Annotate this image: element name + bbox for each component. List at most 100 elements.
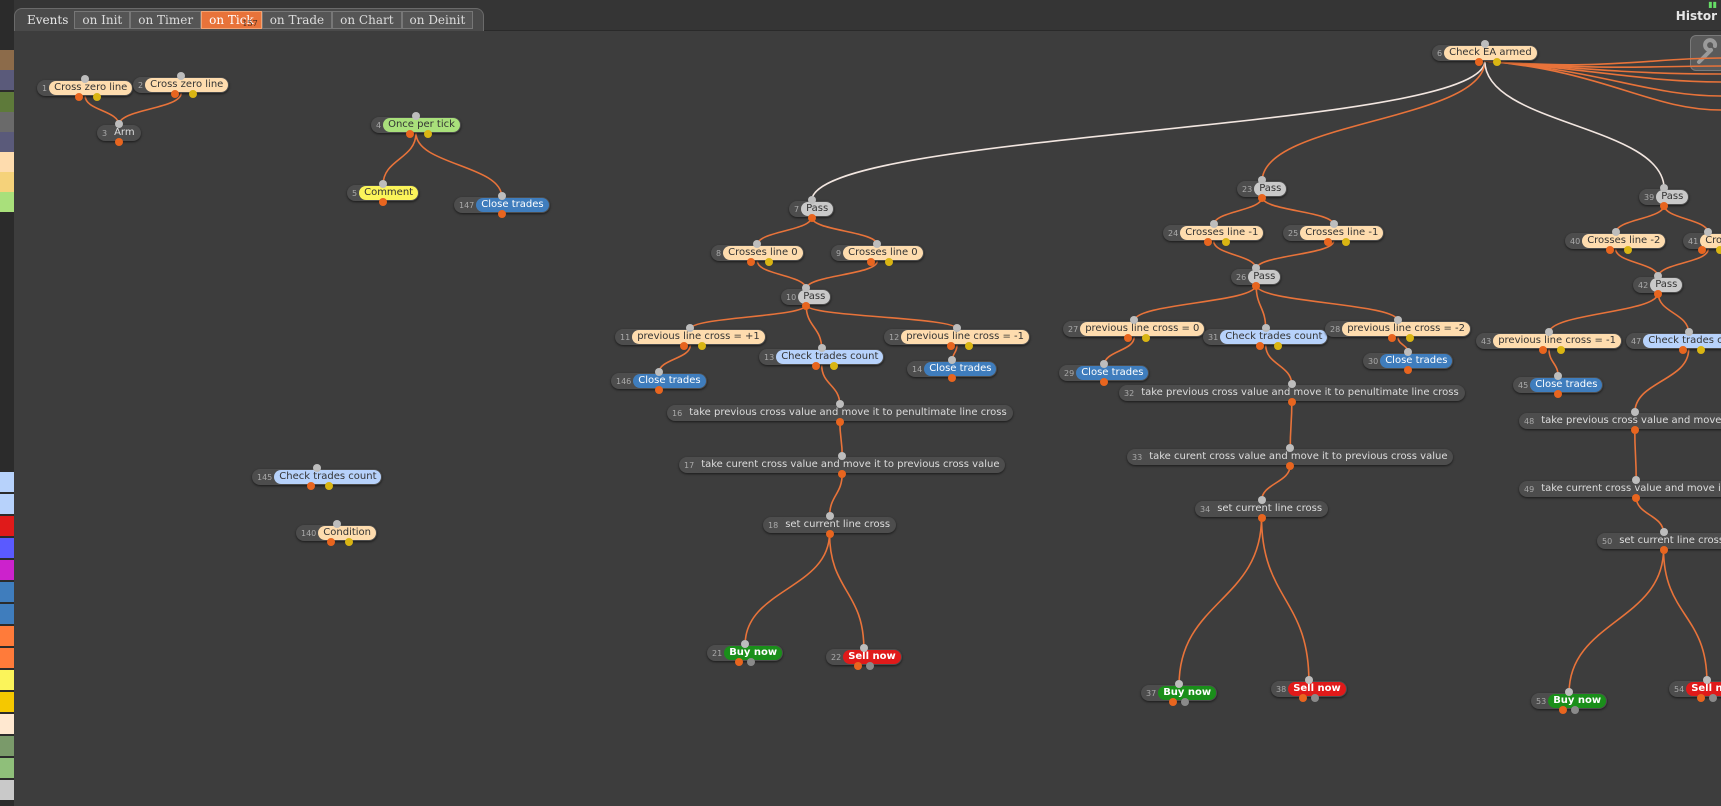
node-22[interactable]: 22 Sell now: [826, 644, 902, 670]
input-port[interactable]: [835, 400, 844, 408]
node-26[interactable]: 26 Pass: [1231, 264, 1282, 290]
output-port[interactable]: [1273, 342, 1282, 350]
output-port[interactable]: [835, 418, 844, 426]
output-port[interactable]: [1287, 398, 1296, 406]
output-port[interactable]: [379, 198, 388, 206]
output-port[interactable]: [405, 130, 414, 138]
node-54[interactable]: 54Sell now: [1669, 676, 1721, 702]
node-40[interactable]: 40 Crosses line -2: [1565, 228, 1667, 254]
output-port[interactable]: [1556, 346, 1565, 354]
output-port[interactable]: [1323, 238, 1332, 246]
input-port[interactable]: [332, 520, 341, 528]
output-port[interactable]: [865, 662, 874, 670]
output-port[interactable]: [829, 362, 838, 370]
node-29[interactable]: 29 Close trades: [1059, 360, 1150, 386]
input-port[interactable]: [807, 196, 816, 204]
output-port[interactable]: [654, 386, 663, 394]
node-30[interactable]: 30 Close trades: [1363, 348, 1454, 374]
input-port[interactable]: [1329, 220, 1338, 228]
node-37[interactable]: 37 Buy now: [1141, 680, 1218, 706]
node-1[interactable]: 1 Cross zero line: [37, 75, 134, 101]
output-port[interactable]: [1298, 694, 1307, 702]
output-port[interactable]: [964, 342, 973, 350]
node-16[interactable]: 16 take previous cross value and move it …: [667, 400, 1013, 426]
input-port[interactable]: [1630, 408, 1639, 416]
node-31[interactable]: 31 Check trades count: [1203, 324, 1329, 350]
input-port[interactable]: [1257, 496, 1266, 504]
output-port[interactable]: [497, 210, 506, 218]
input-port[interactable]: [1393, 316, 1402, 324]
output-port[interactable]: [825, 530, 834, 538]
node-140[interactable]: 140 Condition: [296, 520, 378, 546]
output-port[interactable]: [1310, 694, 1319, 702]
output-port[interactable]: [1405, 334, 1414, 342]
node-5[interactable]: 5 Comment: [347, 180, 420, 206]
output-port[interactable]: [1203, 238, 1212, 246]
input-port[interactable]: [1480, 40, 1489, 48]
input-port[interactable]: [1684, 328, 1693, 336]
node-146[interactable]: 146 Close trades: [611, 368, 707, 394]
output-port[interactable]: [1623, 246, 1632, 254]
input-port[interactable]: [1611, 228, 1620, 236]
node-4[interactable]: 4 Once per tick: [371, 112, 461, 138]
output-port[interactable]: [853, 662, 862, 670]
input-port[interactable]: [1261, 324, 1270, 332]
node-8[interactable]: 8 Crosses line 0: [711, 240, 804, 266]
node-10[interactable]: 10 Pass: [781, 284, 832, 310]
input-port[interactable]: [952, 324, 961, 332]
output-port[interactable]: [423, 130, 432, 138]
output-port[interactable]: [1341, 238, 1350, 246]
node-34[interactable]: 34 set current line cross: [1195, 496, 1329, 522]
output-port[interactable]: [114, 138, 123, 146]
input-port[interactable]: [379, 180, 388, 188]
node-38[interactable]: 38 Sell now: [1271, 676, 1347, 702]
node-32[interactable]: 32 take previous cross value and move it …: [1119, 380, 1465, 406]
output-port[interactable]: [1538, 346, 1547, 354]
node-24[interactable]: 24 Crosses line -1: [1163, 220, 1265, 246]
input-port[interactable]: [497, 192, 506, 200]
output-port[interactable]: [1605, 246, 1614, 254]
node-21[interactable]: 21 Buy now: [707, 640, 784, 666]
node-47[interactable]: 47Check trades count: [1626, 328, 1721, 354]
node-48[interactable]: 48take previous cross value and move it …: [1519, 408, 1721, 434]
node-33[interactable]: 33 take curent cross value and move it to…: [1127, 444, 1454, 470]
input-port[interactable]: [654, 368, 663, 376]
output-port[interactable]: [1221, 238, 1230, 246]
output-port[interactable]: [1708, 694, 1717, 702]
node-14[interactable]: 14 Close trades: [907, 356, 998, 382]
output-port[interactable]: [344, 538, 353, 546]
node-53[interactable]: 53 Buy now: [1531, 688, 1608, 714]
output-port[interactable]: [1257, 514, 1266, 522]
input-port[interactable]: [1702, 676, 1711, 684]
output-port[interactable]: [326, 538, 335, 546]
node-25[interactable]: 25 Crosses line -1: [1283, 220, 1385, 246]
node-43[interactable]: 43 previous line cross = -1: [1476, 328, 1622, 354]
input-port[interactable]: [825, 512, 834, 520]
node-13[interactable]: 13 Check trades count: [759, 344, 885, 370]
input-port[interactable]: [1209, 220, 1218, 228]
input-port[interactable]: [1544, 328, 1553, 336]
output-port[interactable]: [1716, 246, 1721, 254]
node-42[interactable]: 42 Pass: [1633, 272, 1684, 298]
node-45[interactable]: 45 Close trades: [1513, 372, 1604, 398]
node-9[interactable]: 9 Crosses line 0: [831, 240, 924, 266]
node-11[interactable]: 11 previous line cross = +1: [615, 324, 766, 350]
node-49[interactable]: 49take current cross value and move it t…: [1519, 476, 1721, 502]
output-port[interactable]: [1696, 694, 1705, 702]
output-port[interactable]: [807, 214, 816, 222]
node-7[interactable]: 7 Pass: [789, 196, 835, 222]
input-port[interactable]: [1287, 380, 1296, 388]
output-port[interactable]: [1630, 426, 1639, 434]
input-port[interactable]: [817, 344, 826, 352]
output-port[interactable]: [811, 362, 820, 370]
output-port[interactable]: [1678, 346, 1687, 354]
output-port[interactable]: [1387, 334, 1396, 342]
node-2[interactable]: 2 Cross zero line: [133, 72, 230, 98]
node-6[interactable]: 6 Check EA armed: [1432, 40, 1538, 66]
node-17[interactable]: 17 take curent cross value and move it to…: [679, 452, 1006, 478]
node-23[interactable]: 23 Pass: [1237, 176, 1288, 202]
input-port[interactable]: [1304, 676, 1313, 684]
node-18[interactable]: 18 set current line cross: [763, 512, 897, 538]
output-port[interactable]: [1659, 546, 1668, 554]
node-147[interactable]: 147 Close trades: [454, 192, 550, 218]
